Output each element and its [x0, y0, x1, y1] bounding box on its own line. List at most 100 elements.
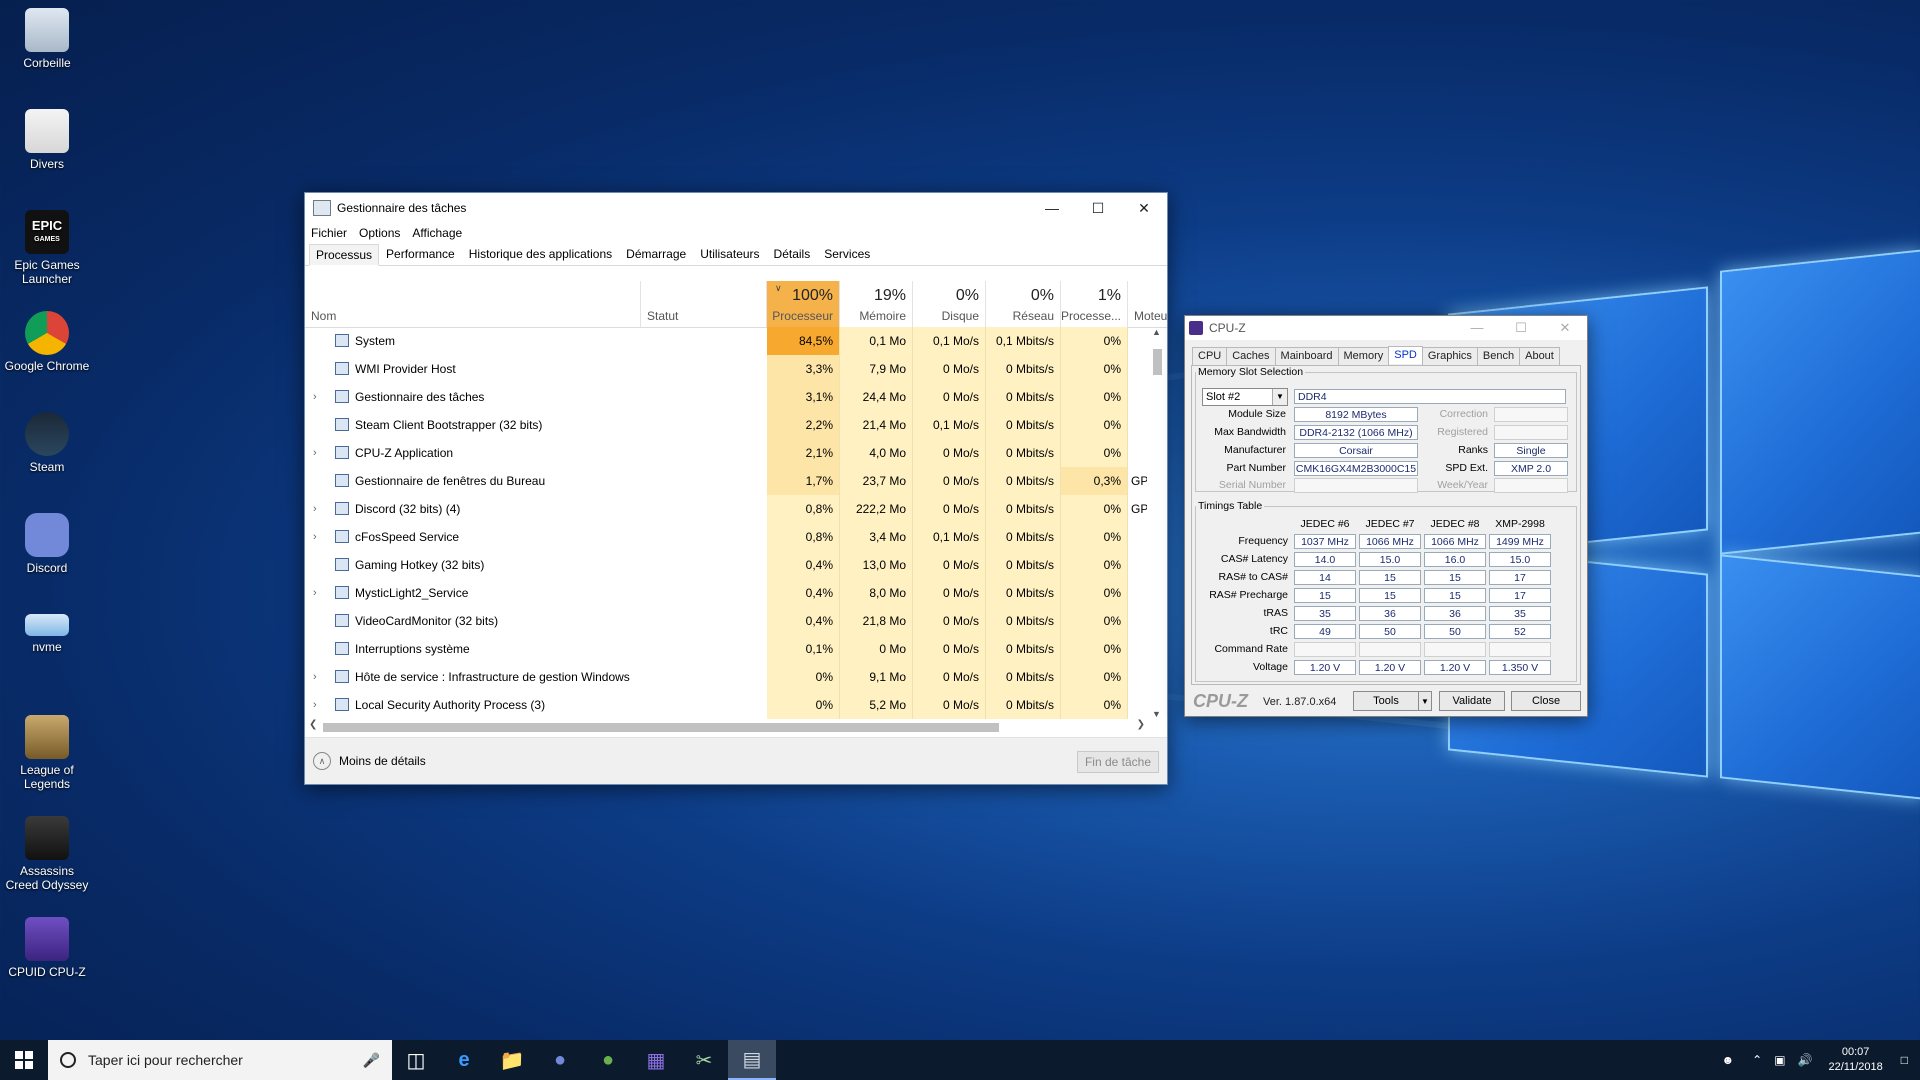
cpuz-tab-about[interactable]: About [1519, 347, 1560, 365]
titlebar[interactable]: Gestionnaire des tâches — ☐ ✕ [305, 193, 1167, 223]
vertical-scrollbar[interactable]: ▲ ▼ [1149, 327, 1165, 719]
menu-affichage[interactable]: Affichage [412, 226, 470, 240]
hscroll-thumb[interactable] [323, 723, 999, 732]
desktop-icon-steam[interactable]: Steam [2, 412, 92, 474]
desktop-icon-folder[interactable]: Divers [2, 109, 92, 171]
column-status[interactable]: Statut [641, 281, 767, 327]
column-disk[interactable]: 0% Disque [913, 281, 986, 327]
tools-dropdown-icon[interactable]: ▼ [1418, 691, 1432, 711]
horizontal-scrollbar[interactable]: ❮ ❯ [309, 719, 1147, 735]
expand-chevron-icon[interactable]: › [313, 691, 325, 719]
fewer-details-button[interactable]: ∧ Moins de détails [313, 752, 426, 770]
tab-historique[interactable]: Historique des applications [462, 243, 619, 265]
validate-button[interactable]: Validate [1439, 691, 1505, 711]
edge-icon[interactable]: e [440, 1040, 488, 1080]
process-row[interactable]: › Local Security Authority Process (3) 0% 5… [305, 691, 1147, 719]
utorrent-icon[interactable]: ● [584, 1040, 632, 1080]
cpuz-tab-bench[interactable]: Bench [1476, 347, 1521, 365]
process-row[interactable]: › cFosSpeed Service 0,8% 3,4 Mo 0,1 Mo/s 0 Mb… [305, 523, 1147, 551]
scroll-left-icon[interactable]: ❮ [309, 719, 317, 730]
expand-chevron-icon[interactable]: › [313, 579, 325, 607]
close-app-button[interactable]: Close [1511, 691, 1581, 711]
column-network[interactable]: 0% Réseau [986, 281, 1061, 327]
snip-icon[interactable]: ✂ [680, 1040, 728, 1080]
process-row[interactable]: VideoCardMonitor (32 bits) 0,4% 21,8 Mo 0 M… [305, 607, 1147, 635]
process-row[interactable]: Gestionnaire de fenêtres du Bureau 1,7% 23… [305, 467, 1147, 495]
cpuz-close-button[interactable]: ✕ [1543, 320, 1587, 336]
tab-utilisateurs[interactable]: Utilisateurs [693, 243, 766, 265]
search-box[interactable]: Taper ici pour rechercher 🎤 [48, 1040, 392, 1080]
minimize-button[interactable]: — [1029, 193, 1075, 223]
column-cpu[interactable]: ∨ 100% Processeur [767, 281, 840, 327]
cpuz-minimize-button[interactable]: — [1455, 320, 1499, 336]
tray-expand-icon[interactable]: ⌃ [1752, 1053, 1762, 1067]
expand-chevron-icon[interactable]: › [313, 383, 325, 411]
process-row[interactable]: Gaming Hotkey (32 bits) 0,4% 13,0 Mo 0 Mo/s… [305, 551, 1147, 579]
file-explorer-icon[interactable]: 📁 [488, 1040, 536, 1080]
expand-chevron-icon[interactable]: › [313, 495, 325, 523]
tab-details[interactable]: Détails [767, 243, 818, 265]
cell-gpu: 0,3% [1061, 467, 1128, 495]
cpuz-tab-memory[interactable]: Memory [1337, 347, 1390, 365]
cpuz-tab-cpu[interactable]: CPU [1192, 347, 1228, 365]
end-task-button[interactable]: Fin de tâche [1077, 751, 1159, 773]
process-row[interactable]: Steam Client Bootstrapper (32 bits) 2,2% 2… [305, 411, 1147, 439]
close-button[interactable]: ✕ [1121, 193, 1167, 223]
tab-demarrage[interactable]: Démarrage [619, 243, 693, 265]
taskmanager-taskbar-icon[interactable]: ▤ [728, 1040, 776, 1080]
tab-services[interactable]: Services [817, 243, 877, 265]
process-row[interactable]: WMI Provider Host 3,3% 7,9 Mo 0 Mo/s 0 Mbits… [305, 355, 1147, 383]
network-icon[interactable]: ▣ [1774, 1053, 1785, 1067]
scroll-thumb[interactable] [1153, 349, 1162, 375]
column-name[interactable]: Nom [305, 281, 641, 327]
expand-chevron-icon[interactable]: › [313, 439, 325, 467]
process-row[interactable]: › Hôte de service : Infrastructure de ges… [305, 663, 1147, 691]
process-row[interactable]: Interruptions système 0,1% 0 Mo 0 Mo/s 0 Mbi… [305, 635, 1147, 663]
cpuz-tab-mainboard[interactable]: Mainboard [1274, 347, 1339, 365]
cpuz-taskbar-icon[interactable]: ▦ [632, 1040, 680, 1080]
cpuz-tab-spd[interactable]: SPD [1388, 346, 1423, 364]
volume-icon[interactable]: 🔊 [1798, 1053, 1813, 1067]
tools-button[interactable]: Tools [1353, 691, 1419, 711]
desktop-icon-epic-games[interactable]: EPIC GAMES Epic Games Launcher [2, 210, 92, 286]
process-row[interactable]: › Gestionnaire des tâches 3,1% 24,4 Mo 0 Mo/… [305, 383, 1147, 411]
menu-fichier[interactable]: Fichier [311, 226, 355, 240]
scroll-up-icon[interactable]: ▲ [1152, 327, 1161, 337]
clock[interactable]: 00:07 22/11/2018 [1829, 1045, 1883, 1075]
process-name-text: Hôte de service : Infrastructure de gest… [355, 670, 630, 684]
desktop-icon-drive[interactable]: nvme [2, 614, 92, 654]
desktop-icon-league[interactable]: League of Legends [2, 715, 92, 791]
column-gpu-engine[interactable]: Moteu [1128, 281, 1167, 327]
process-row[interactable]: › MysticLight2_Service 0,4% 8,0 Mo 0 Mo/s 0 M… [305, 579, 1147, 607]
process-name: VideoCardMonitor (32 bits) [305, 607, 640, 635]
cpuz-tab-caches[interactable]: Caches [1226, 347, 1276, 365]
column-memory[interactable]: 19% Mémoire [840, 281, 913, 327]
cpuz-maximize-button[interactable]: ☐ [1499, 320, 1543, 336]
desktop-icon-recycle-bin[interactable]: Corbeille [2, 8, 92, 70]
tab-performance[interactable]: Performance [379, 243, 462, 265]
desktop-icon-discord[interactable]: Discord [2, 513, 92, 575]
task-view-icon[interactable]: ◫ [392, 1040, 440, 1080]
start-button[interactable] [0, 1040, 48, 1080]
process-row[interactable]: › CPU-Z Application 2,1% 4,0 Mo 0 Mo/s 0 Mbit… [305, 439, 1147, 467]
scroll-down-icon[interactable]: ▼ [1152, 709, 1161, 719]
slot-select[interactable]: Slot #2 ▼ [1202, 388, 1288, 406]
discord-taskbar-icon[interactable]: ● [536, 1040, 584, 1080]
desktop-icon-assassins-creed[interactable]: Assassins Creed Odyssey [2, 816, 92, 892]
expand-chevron-icon[interactable]: › [313, 523, 325, 551]
process-row[interactable]: › Discord (32 bits) (4) 0,8% 222,2 Mo 0 Mo/s… [305, 495, 1147, 523]
desktop-icon-cpuz[interactable]: CPUID CPU-Z [2, 917, 92, 979]
cpuz-titlebar[interactable]: CPU-Z — ☐ ✕ [1185, 316, 1587, 340]
expand-chevron-icon[interactable]: › [313, 663, 325, 691]
people-icon[interactable]: ☻ [1722, 1053, 1735, 1067]
process-row[interactable]: System 84,5% 0,1 Mo 0,1 Mo/s 0,1 Mbits/s 0% [305, 327, 1147, 355]
column-gpu[interactable]: 1% Processe... [1061, 281, 1128, 327]
desktop-icon-chrome[interactable]: Google Chrome [2, 311, 92, 373]
tab-processus[interactable]: Processus [309, 244, 380, 266]
maximize-button[interactable]: ☐ [1075, 193, 1121, 223]
scroll-right-icon[interactable]: ❯ [1137, 719, 1145, 730]
microphone-icon[interactable]: 🎤 [363, 1052, 380, 1069]
menu-options[interactable]: Options [359, 226, 408, 240]
cpuz-tab-graphics[interactable]: Graphics [1421, 347, 1478, 365]
notifications-icon[interactable]: □ [1901, 1053, 1908, 1067]
